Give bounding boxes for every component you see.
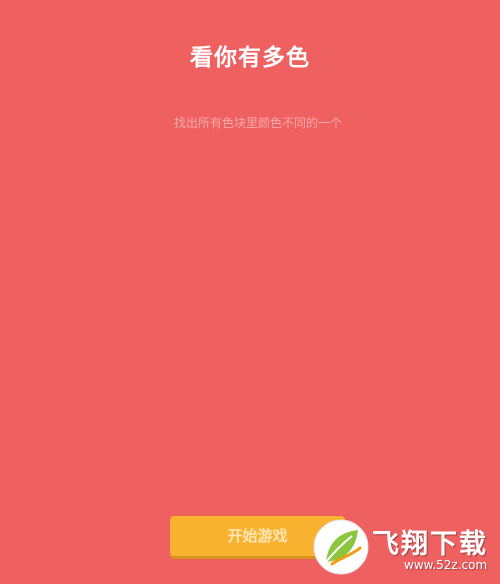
watermark-name: 飞翔下载 [372,529,488,560]
leaf-logo-icon [313,519,369,575]
watermark-url: www.52z.com [404,558,488,572]
game-title: 看你有多色 [190,45,310,71]
watermark: 飞翔下载 www.52z.com [312,516,494,580]
game-instruction: 找出所有色块里颜色不同的一个 [173,116,342,130]
